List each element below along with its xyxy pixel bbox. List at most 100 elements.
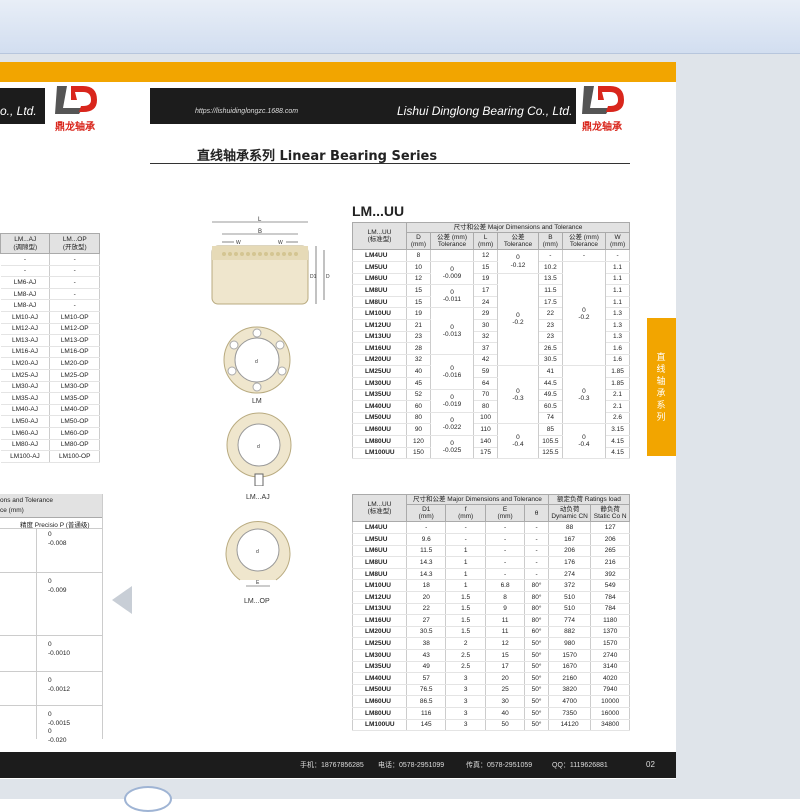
table-cell: 1180 <box>590 614 630 627</box>
table-row: LM20-AJ LM20-OP <box>0 357 100 370</box>
l-cell: 110 <box>473 423 498 436</box>
table-cell: - <box>524 521 549 534</box>
table-cell: 784 <box>590 603 630 616</box>
table-row: LM8UU 14.3 1- -274 392 <box>352 568 630 581</box>
table-cell: 88 <box>547 521 592 534</box>
table-cell: 4700 <box>547 695 592 708</box>
table-cell: - <box>524 533 549 546</box>
tolerance-divider <box>0 572 102 573</box>
left-variant-table: LM...AJ (调隙型) LM...OP (开放型) - - - - LM6-AJ - L… <box>0 233 100 463</box>
table-cell: 1 <box>445 568 486 581</box>
table-cell: LM12-OP <box>49 323 100 336</box>
tol-cell: 0 -0.011 <box>429 284 475 309</box>
table-cell: LM80-AJ <box>0 439 51 452</box>
table-row: LM6-AJ - <box>0 276 100 289</box>
tolerance-value: 0 -0.0010 <box>48 640 70 658</box>
l-cell: 19 <box>473 273 498 286</box>
model-cell: LM100UU <box>352 447 407 460</box>
table-row: LM4UU 8 12 0 -0.12- - - <box>352 249 630 274</box>
table-cell: LM8-AJ <box>0 288 51 301</box>
caption-lmaj: LM...AJ <box>246 494 270 501</box>
table-row: LM16UU 27 1.5 11 80° 774 1180 <box>352 614 630 627</box>
tol-header2: ce (mm) <box>0 507 24 514</box>
model-cell: LM10UU <box>352 307 407 320</box>
table-cell: LM50-AJ <box>0 415 51 428</box>
model-cell: LM80UU <box>352 707 407 720</box>
table-row: LM12-AJ LM12-OP <box>0 323 100 336</box>
tolerance-line: 0 <box>48 531 52 538</box>
col-header: B (mm) <box>537 232 563 251</box>
table-cell: 50° <box>524 707 549 720</box>
w-cell: 2.6 <box>605 412 630 425</box>
col-header: W (mm) <box>605 232 630 251</box>
table-cell: - <box>484 556 526 569</box>
logo-icon <box>582 86 624 114</box>
label-B: B <box>258 229 262 235</box>
table-cell: 3820 <box>547 684 592 697</box>
table-row: -- <box>0 265 100 278</box>
group-header-1: 尺寸和公差 Major Dimensions and Tolerance <box>406 493 549 506</box>
l-cell: 24 <box>473 296 498 309</box>
table-cell: 30 <box>484 695 526 708</box>
d-cell: 21 <box>406 319 431 332</box>
model-cell: LM5UU <box>352 533 407 546</box>
table-cell: 392 <box>590 568 630 581</box>
w-cell: - <box>605 249 630 262</box>
model-cell: LM40UU <box>352 400 407 413</box>
model-cell: LM60UU <box>352 423 407 436</box>
table-cell: 50° <box>524 719 549 732</box>
table-cell: - <box>524 568 549 581</box>
label-W1: W <box>236 240 241 246</box>
table-row: LM50UU 76.5 3 25 50° 3820 7940 <box>352 684 630 697</box>
bearing-op-front-diagram: E d <box>225 521 291 587</box>
w-cell: 1.85 <box>605 365 630 378</box>
table-cell: 2740 <box>590 649 630 662</box>
bearing-side-diagram: L B W W D1 D <box>211 217 330 305</box>
table-cell: 274 <box>547 568 592 581</box>
table-row: LM8UU 14.3 1- -176 216 <box>352 556 630 569</box>
table-row: LM100-AJ LM100-OP <box>0 450 100 463</box>
table-cell: 216 <box>590 556 630 569</box>
label-D1: D1 <box>310 274 317 280</box>
table-cell: 265 <box>590 545 630 558</box>
table-cell: 7350 <box>547 707 592 720</box>
bearing-aj-front-diagram: d <box>226 412 292 486</box>
model-cell: LM50UU <box>352 412 407 425</box>
company-url[interactable]: https://lishuidinglongzc.1688.com <box>195 108 298 115</box>
table-cell: - <box>49 265 100 278</box>
table-row: -- <box>0 253 100 266</box>
side-tab-char: 承 <box>656 389 666 399</box>
b-cell: 10.2 <box>537 261 563 274</box>
table-cell: - <box>484 533 526 546</box>
l-cell: 80 <box>473 400 498 413</box>
footer-fax: 传真：0578-2951059 <box>466 762 533 769</box>
scroll-arrow-icon[interactable] <box>112 586 132 614</box>
table-cell: 20 <box>484 672 526 685</box>
table-cell: LM100-AJ <box>0 450 51 463</box>
model-cell: LM80UU <box>352 435 407 448</box>
tolerance-line: 0 <box>48 677 52 684</box>
model-cell: LM8UU <box>352 568 407 581</box>
w-cell: 1.3 <box>605 307 630 320</box>
table-cell: 176 <box>547 556 592 569</box>
tol-header3: 精度 Precisio P (普通级) <box>20 522 90 529</box>
table-cell: LM100-OP <box>49 450 100 463</box>
table-cell: 1.5 <box>445 626 486 639</box>
table-cell: 86.5 <box>405 695 447 708</box>
table-cell: 80° <box>524 591 549 604</box>
tolerance-line: -0.009 <box>48 587 67 594</box>
caption-lm: LM <box>252 398 262 405</box>
b-cell: 17.5 <box>537 296 563 309</box>
tolerance-line: 0 <box>48 578 52 585</box>
model-cell: LM4UU <box>352 521 407 534</box>
table-cell: 10000 <box>590 695 630 708</box>
col-model: LM...UU (标准型) <box>352 221 407 251</box>
model-cell: LM10UU <box>352 579 407 592</box>
table-cell: 11 <box>484 626 526 639</box>
company-name-left: o., Ltd. <box>0 104 37 118</box>
d-cell: 45 <box>406 377 431 390</box>
b-cell: 60.5 <box>537 400 563 413</box>
table-cell: 4020 <box>590 672 630 685</box>
table-row: LM4UU - - - -88 127 <box>352 521 630 534</box>
w-cell: 1.1 <box>605 296 630 309</box>
